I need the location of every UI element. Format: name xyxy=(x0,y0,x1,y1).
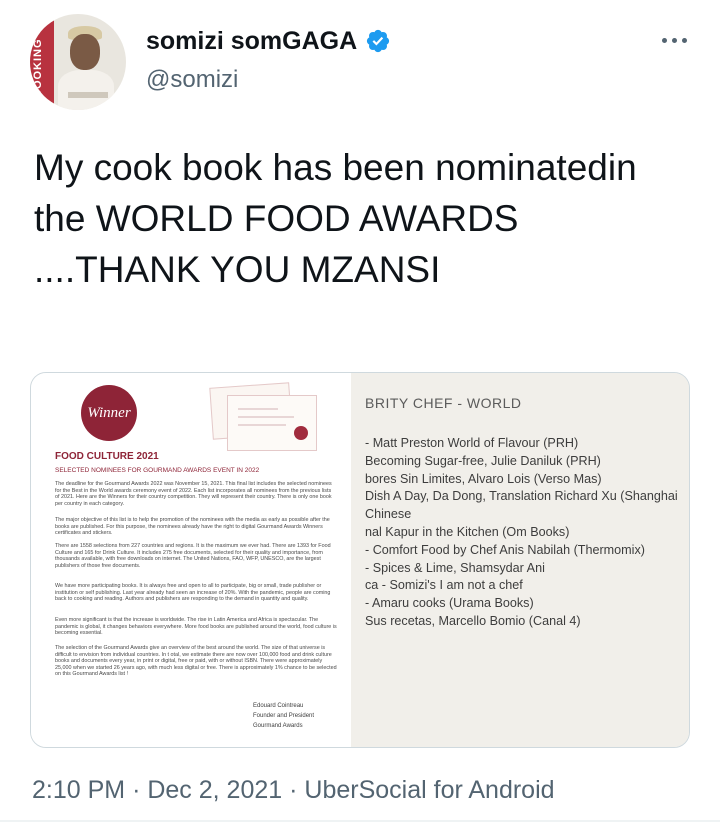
document-paragraph: The major objective of this list is to h… xyxy=(55,517,330,537)
document-paragraph: We have more participating books. It is … xyxy=(55,583,331,603)
nominee-entry: Sus recetas, Marcello Bomio (Canal 4) xyxy=(365,613,581,628)
author-handle[interactable]: @somizi xyxy=(146,66,238,94)
category-heading: BRITY CHEF - WORLD xyxy=(365,395,522,411)
avatar-band-text: BOOKING xyxy=(32,38,44,98)
winner-badge-logo: Winner xyxy=(81,385,137,441)
certificate-image-front xyxy=(227,395,317,451)
tweet-time[interactable]: 2:10 PM xyxy=(32,776,125,804)
avatar[interactable]: BOOKING xyxy=(30,14,126,110)
meta-separator: · xyxy=(289,776,298,804)
signature-org: Gourmand Awards xyxy=(253,723,303,729)
document-paragraph: The deadline for the Gourmand Awards 202… xyxy=(55,481,332,507)
document-title: FOOD CULTURE 2021 xyxy=(55,451,159,462)
tweet-source-link[interactable]: UberSocial for Android xyxy=(304,776,554,804)
tweet-text: My cook book has been nominatedin the WO… xyxy=(34,147,637,290)
document-paragraph: Even more significant is that the increa… xyxy=(55,617,337,637)
document-paragraph: There are 1558 selections from 227 count… xyxy=(55,543,331,569)
tweet-header: BOOKING somizi somGAGA @somizi xyxy=(0,0,720,120)
nominee-list: - Matt Preston World of Flavour (PRH) Be… xyxy=(365,435,689,631)
signature-title: Founder and President xyxy=(253,713,315,719)
tweet-image[interactable]: Winner FOOD CULTURE 2021 SELECTED NOMINE… xyxy=(30,372,690,748)
document-subtitle: SELECTED NOMINEES FOR GOURMAND AWARDS EV… xyxy=(55,467,260,474)
signature-name: Edouard Cointreau xyxy=(253,703,304,709)
nominee-entry: - Matt Preston World of Flavour (PRH) xyxy=(365,436,579,450)
display-name[interactable]: somizi somGAGA xyxy=(146,27,357,56)
nominee-entry: - Comfort Food by Chef Anis Nabilah (The… xyxy=(365,542,645,557)
tweet-metadata: 2:10 PM · Dec 2, 2021 · UberSocial for A… xyxy=(32,776,555,805)
tweet-date[interactable]: Dec 2, 2021 xyxy=(147,776,282,804)
verified-badge-icon xyxy=(367,29,390,53)
nominee-entry: Dish A Day, Da Dong, Translation Richard… xyxy=(365,489,678,504)
nominee-entry: ca - Somizi's I am not a chef xyxy=(365,578,523,593)
nominee-entry: bores Sin Limites, Alvaro Lois (Verso Ma… xyxy=(365,471,602,486)
author-name-row: somizi somGAGA xyxy=(146,26,391,56)
document-left-page: Winner FOOD CULTURE 2021 SELECTED NOMINE… xyxy=(31,373,351,747)
document-paragraph: The selection of the Gourmand Awards giv… xyxy=(55,645,337,678)
nominee-entry: nal Kapur in the Kitchen (Om Books) xyxy=(365,524,570,539)
nominee-entry: Chinese xyxy=(365,507,412,522)
avatar-band: BOOKING xyxy=(30,14,54,110)
nominee-entry: Becoming Sugar-free, Julie Daniluk (PRH) xyxy=(365,453,601,468)
nominee-entry: - Spices & Lime, Shamsydar Ani xyxy=(365,560,545,575)
document-right-page: BRITY CHEF - WORLD - Matt Preston World … xyxy=(351,373,689,747)
meta-separator: · xyxy=(132,776,141,804)
more-options-icon[interactable] xyxy=(654,30,694,50)
winner-badge-text: Winner xyxy=(87,404,131,421)
nominee-entry: - Amaru cooks (Urama Books) xyxy=(365,596,534,611)
